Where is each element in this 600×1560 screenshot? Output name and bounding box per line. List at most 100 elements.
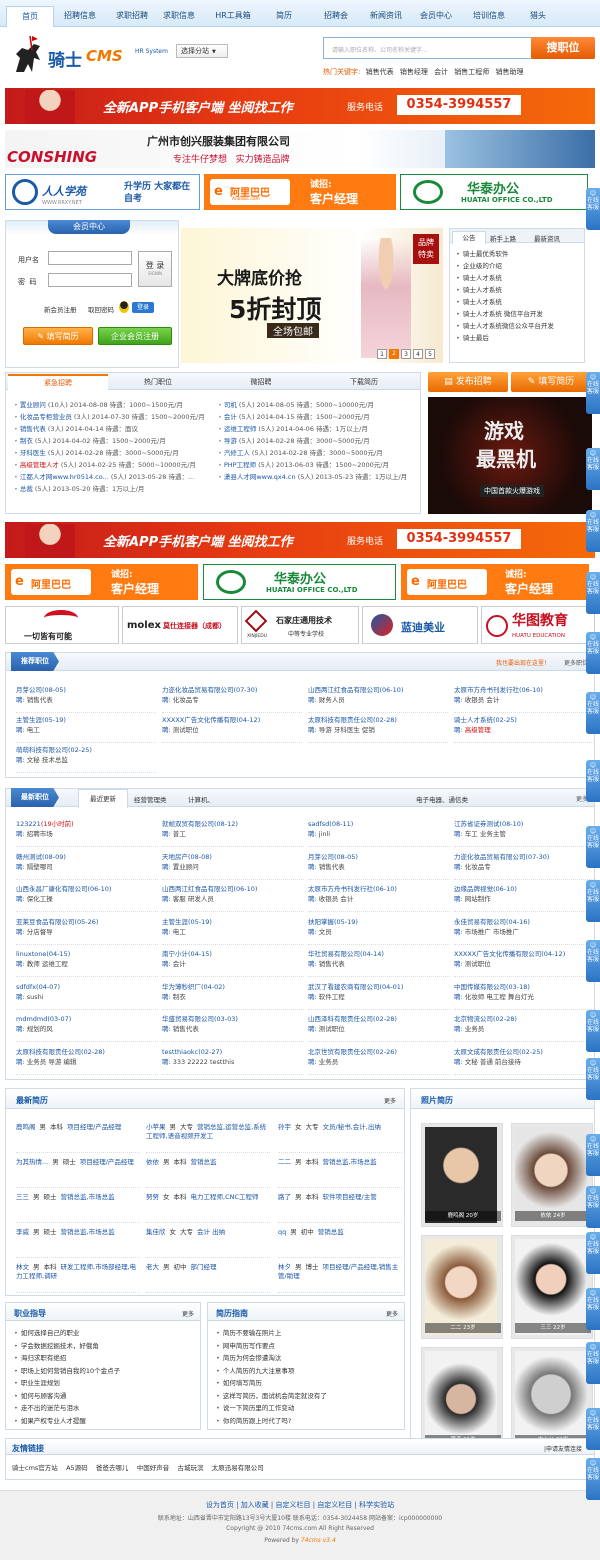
- recommend-item[interactable]: 山西两江红食品有限公司(06-10) 聘: 财务人员: [308, 685, 448, 713]
- latest-item[interactable]: 力迩化妆品贸易有限公司(07-30) 聘: 化妆品专: [454, 852, 596, 880]
- nav-item[interactable]: 新闻资讯: [360, 10, 412, 21]
- resume-name[interactable]: 路了: [278, 1193, 291, 1201]
- company-name[interactable]: 中国传媒有限公司(03-18): [454, 982, 596, 992]
- resume-more[interactable]: 更多: [384, 1096, 396, 1105]
- tips-item[interactable]: 简历为何会惨遭淘汰: [216, 1352, 400, 1365]
- notice-item[interactable]: 骑士最优秀软件: [456, 248, 582, 260]
- company-name[interactable]: 主管生涯(05-19): [162, 917, 304, 927]
- guide-item[interactable]: 走不出的迷茫与泪水: [14, 1402, 196, 1415]
- pager-dot[interactable]: 3: [401, 349, 411, 359]
- job-title[interactable]: 文秘 技术总监: [27, 756, 68, 764]
- forgot-link[interactable]: 取回密码: [88, 304, 114, 314]
- guide-item[interactable]: 如果产权专业人才提醒: [14, 1415, 196, 1428]
- latest-item[interactable]: 华为薄秒织厂(04-02) 聘: 制衣: [162, 982, 304, 1010]
- resume-item[interactable]: 集佳欣女大专 会计 出纳: [146, 1228, 270, 1258]
- job-title[interactable]: 招聘市场: [27, 830, 53, 838]
- resume-item[interactable]: 依依男本科 营销总监: [146, 1158, 270, 1188]
- resume-item[interactable]: 林文男本科 研发工程师,市场部经理,电力工程师,调研: [16, 1263, 140, 1293]
- online-service-tab[interactable]: ☺ 在线 客服: [586, 188, 600, 230]
- search-button[interactable]: 搜职位: [531, 37, 595, 59]
- latest-item[interactable]: 赣州测试(08-09) 聘: 隔壁哪司: [16, 852, 158, 880]
- company-name[interactable]: 北京世贸有限责任公司(02-26): [308, 1047, 450, 1057]
- resume-item[interactable]: 二二男本科 营销总监,市场总监: [278, 1158, 402, 1188]
- username-input[interactable]: [48, 251, 132, 265]
- latest-item[interactable]: 主管生涯(05-19) 聘: 电工: [162, 917, 304, 945]
- company-name[interactable]: 月芽公司(08-05): [16, 685, 156, 695]
- job-title[interactable]: 测试职位: [319, 1025, 345, 1033]
- recommend-item[interactable]: 太原市方舟书刊发行社(06-10) 聘: 收银员 会计: [454, 685, 594, 713]
- latest-item[interactable]: 北京物流公司(02-28) 聘: 业务员: [454, 1014, 596, 1042]
- nav-item[interactable]: 求职信息: [153, 10, 205, 21]
- urgent-job-link[interactable]: 会计: [224, 413, 237, 421]
- photo-card[interactable]: 大山公 22岁: [511, 1347, 593, 1451]
- job-title[interactable]: 文秘 普通 前台接待: [465, 1058, 521, 1066]
- recommend-item[interactable]: 力迩化妆品贸易有限公司(07-30) 聘: 化妆品专: [162, 685, 302, 713]
- online-service-tab[interactable]: ☺ 在线 客服: [586, 1458, 600, 1500]
- alibaba-banner[interactable]: e 阿里巴巴 诚招: 客户经理: [401, 564, 589, 600]
- huatai-banner[interactable]: 华泰办公 HUATAI OFFICE CO.,LTD: [400, 174, 588, 210]
- job-title[interactable]: 普工: [173, 830, 186, 838]
- tips-item[interactable]: 说一下简历里的工作变动: [216, 1402, 400, 1415]
- resume-name[interactable]: 努努: [146, 1193, 159, 1201]
- company-name[interactable]: 边缘品牌视觉(06-10): [454, 884, 596, 894]
- recommend-item[interactable]: 月芽公司(08-05) 聘: 销售代表: [16, 685, 156, 713]
- consing-banner[interactable]: CONSHING 广州市创兴服装集团有限公司 专注牛仔梦想 实力铸造品牌: [5, 130, 595, 168]
- job-title[interactable]: 客服 研发人员: [173, 895, 214, 903]
- promo-banner[interactable]: 大牌底价抢 5折封顶 全场包邮 品牌 特卖 1 2 3 4 5: [181, 228, 443, 363]
- tips-item[interactable]: 简历不要输在照片上: [216, 1327, 400, 1340]
- hot-keyword[interactable]: 销售代表: [366, 68, 394, 76]
- urgent-job-link[interactable]: 置业顾问: [20, 401, 46, 409]
- job-title[interactable]: 文员: [319, 928, 332, 936]
- lining-logo[interactable]: 一切皆有可能: [5, 606, 119, 644]
- login-button[interactable]: 登 录 SIGNIN: [138, 251, 172, 287]
- recommend-more[interactable]: 更多职位: [564, 658, 588, 667]
- nav-item[interactable]: 招聘会: [310, 10, 362, 21]
- latest-item[interactable]: 华社贸易有限公司(04-14) 聘: 销售代表: [308, 949, 450, 977]
- job-title[interactable]: 会计: [173, 960, 186, 968]
- job-title[interactable]: jinli: [319, 830, 330, 838]
- tab-news[interactable]: 最新资讯: [534, 233, 560, 243]
- urgent-job-link[interactable]: 运维工程师: [224, 425, 257, 433]
- company-name[interactable]: 山西永昌厂康化有限公司(06-10): [16, 884, 158, 894]
- photo-card[interactable]: 鹿鸣阁 20岁: [421, 1123, 503, 1227]
- fill-resume-top-button[interactable]: ✎ 填写简历: [511, 372, 591, 392]
- nav-item[interactable]: 简历: [258, 10, 310, 21]
- urgent-job-link[interactable]: 牙科医生: [20, 449, 46, 457]
- site-logo[interactable]: 骑士 CMS HR System: [10, 34, 170, 74]
- latest-item[interactable]: 华盛贸易有限公司(03-03) 聘: 销售代表: [162, 1014, 304, 1042]
- rrxy-banner[interactable]: 人人学苑 WWW.RRXY.NET 升学历 大家都在自考: [5, 174, 200, 210]
- recommend-item[interactable]: 主管生涯(05-19) 聘: 电工: [16, 715, 156, 743]
- company-name[interactable]: 太原科技有限责任公司(02-28): [16, 1047, 158, 1057]
- job-title[interactable]: 分店督导: [27, 928, 53, 936]
- qq-login-button[interactable]: 登录: [132, 302, 154, 313]
- guide-item[interactable]: 如何选择自己的职业: [14, 1327, 196, 1340]
- friend-link[interactable]: 爸爸去哪儿: [96, 1464, 129, 1472]
- online-service-tab[interactable]: ☺ 在线 客服: [586, 1232, 600, 1274]
- urgent-job-link[interactable]: 导游: [224, 437, 237, 445]
- company-name[interactable]: 北京物流公司(02-28): [454, 1014, 596, 1024]
- latest-item[interactable]: 北京世贸有限责任公司(02-26) 聘: 业务员: [308, 1047, 450, 1075]
- fill-resume-button[interactable]: ✎ 填写简历: [23, 327, 93, 345]
- register-link[interactable]: 新会员注册: [44, 304, 77, 314]
- job-title[interactable]: 化妆品专: [173, 696, 199, 704]
- job-title[interactable]: 业务员: [465, 1025, 485, 1033]
- urgent-job-link[interactable]: 江都人才网www.hr0514.co...: [20, 473, 109, 481]
- resume-item[interactable]: 三三男硕士 营销总监,市场总监: [16, 1193, 140, 1223]
- footer-link[interactable]: 科学实验站: [359, 1501, 394, 1509]
- tab-notice[interactable]: 公告: [452, 231, 486, 244]
- company-name[interactable]: 太原文成有限责任公司(02-25): [454, 1047, 596, 1057]
- company-name[interactable]: XXXXX广告文化传播有限(04-12): [162, 715, 302, 725]
- tab-newbie[interactable]: 新手上路: [490, 233, 516, 243]
- latest-item[interactable]: testthiaokc(02-27) 聘: 333 22222 testthis: [162, 1047, 304, 1075]
- tab-urgent[interactable]: 紧急招聘: [8, 374, 108, 391]
- tips-item[interactable]: 如何填写简历: [216, 1377, 400, 1390]
- job-title[interactable]: 收银员 会计: [319, 895, 354, 903]
- company-name[interactable]: 骑士人才系统(02-25): [454, 715, 594, 725]
- urgent-job-link[interactable]: PHP工程师: [224, 461, 256, 469]
- resume-name[interactable]: 鹿鸣阁: [16, 1123, 36, 1131]
- company-name[interactable]: 太原科技有限责任公司(02-28): [308, 715, 448, 725]
- recommend-item[interactable]: 太原科技有限责任公司(02-28) 聘: 导游 牙科医生 促销: [308, 715, 448, 743]
- job-title[interactable]: 销售代表: [173, 1025, 199, 1033]
- company-name[interactable]: sadfsd(08-11): [308, 819, 450, 829]
- tips-item[interactable]: 个人简历的九大注意事项: [216, 1365, 400, 1378]
